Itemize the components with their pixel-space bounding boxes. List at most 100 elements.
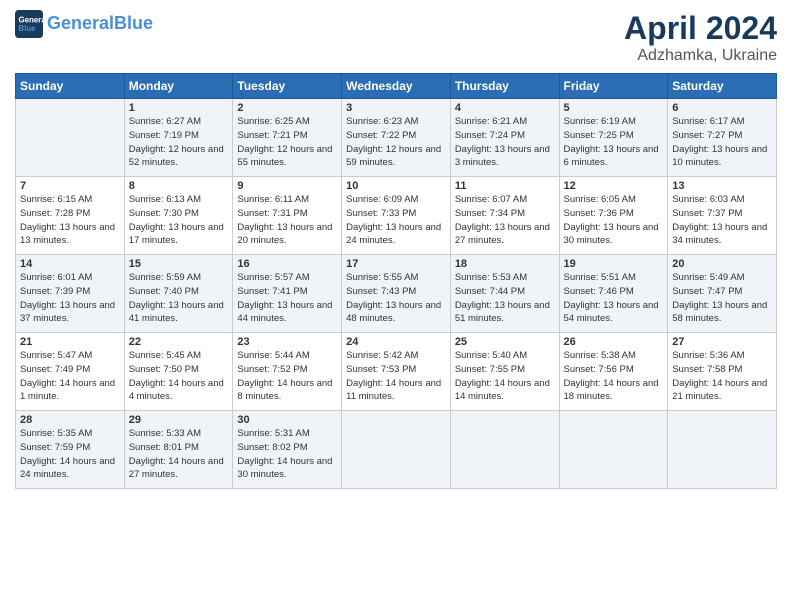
day-number: 15 bbox=[129, 258, 229, 270]
day-info: Sunrise: 5:36 AM Sunset: 7:58 PM Dayligh… bbox=[672, 349, 772, 404]
day-cell: 1Sunrise: 6:27 AM Sunset: 7:19 PM Daylig… bbox=[124, 99, 233, 177]
day-cell: 15Sunrise: 5:59 AM Sunset: 7:40 PM Dayli… bbox=[124, 255, 233, 333]
day-cell bbox=[450, 411, 559, 489]
logo-text: GeneralBlue bbox=[47, 14, 153, 34]
day-info: Sunrise: 5:44 AM Sunset: 7:52 PM Dayligh… bbox=[237, 349, 337, 404]
day-number: 23 bbox=[237, 336, 337, 348]
day-info: Sunrise: 6:25 AM Sunset: 7:21 PM Dayligh… bbox=[237, 115, 337, 170]
day-cell: 21Sunrise: 5:47 AM Sunset: 7:49 PM Dayli… bbox=[16, 333, 125, 411]
day-cell: 17Sunrise: 5:55 AM Sunset: 7:43 PM Dayli… bbox=[342, 255, 451, 333]
header-cell-tuesday: Tuesday bbox=[233, 74, 342, 99]
header-cell-wednesday: Wednesday bbox=[342, 74, 451, 99]
day-cell: 4Sunrise: 6:21 AM Sunset: 7:24 PM Daylig… bbox=[450, 99, 559, 177]
day-number: 7 bbox=[20, 180, 120, 192]
day-info: Sunrise: 5:47 AM Sunset: 7:49 PM Dayligh… bbox=[20, 349, 120, 404]
day-cell: 5Sunrise: 6:19 AM Sunset: 7:25 PM Daylig… bbox=[559, 99, 668, 177]
day-cell: 11Sunrise: 6:07 AM Sunset: 7:34 PM Dayli… bbox=[450, 177, 559, 255]
month-title: April 2024 bbox=[624, 10, 777, 47]
calendar-table: SundayMondayTuesdayWednesdayThursdayFrid… bbox=[15, 73, 777, 489]
day-number: 28 bbox=[20, 414, 120, 426]
day-cell: 30Sunrise: 5:31 AM Sunset: 8:02 PM Dayli… bbox=[233, 411, 342, 489]
day-number: 20 bbox=[672, 258, 772, 270]
day-cell: 18Sunrise: 5:53 AM Sunset: 7:44 PM Dayli… bbox=[450, 255, 559, 333]
week-row-1: 7Sunrise: 6:15 AM Sunset: 7:28 PM Daylig… bbox=[16, 177, 777, 255]
day-info: Sunrise: 5:53 AM Sunset: 7:44 PM Dayligh… bbox=[455, 271, 555, 326]
title-block: April 2024 Adzhamka, Ukraine bbox=[624, 10, 777, 65]
day-number: 6 bbox=[672, 102, 772, 114]
day-cell: 20Sunrise: 5:49 AM Sunset: 7:47 PM Dayli… bbox=[668, 255, 777, 333]
day-cell: 23Sunrise: 5:44 AM Sunset: 7:52 PM Dayli… bbox=[233, 333, 342, 411]
day-number: 5 bbox=[564, 102, 664, 114]
day-cell: 2Sunrise: 6:25 AM Sunset: 7:21 PM Daylig… bbox=[233, 99, 342, 177]
day-cell: 27Sunrise: 5:36 AM Sunset: 7:58 PM Dayli… bbox=[668, 333, 777, 411]
day-info: Sunrise: 6:01 AM Sunset: 7:39 PM Dayligh… bbox=[20, 271, 120, 326]
day-info: Sunrise: 5:51 AM Sunset: 7:46 PM Dayligh… bbox=[564, 271, 664, 326]
day-cell: 6Sunrise: 6:17 AM Sunset: 7:27 PM Daylig… bbox=[668, 99, 777, 177]
day-number: 26 bbox=[564, 336, 664, 348]
day-number: 25 bbox=[455, 336, 555, 348]
day-number: 18 bbox=[455, 258, 555, 270]
day-info: Sunrise: 5:59 AM Sunset: 7:40 PM Dayligh… bbox=[129, 271, 229, 326]
day-info: Sunrise: 5:38 AM Sunset: 7:56 PM Dayligh… bbox=[564, 349, 664, 404]
day-number: 4 bbox=[455, 102, 555, 114]
day-info: Sunrise: 6:11 AM Sunset: 7:31 PM Dayligh… bbox=[237, 193, 337, 248]
day-cell: 25Sunrise: 5:40 AM Sunset: 7:55 PM Dayli… bbox=[450, 333, 559, 411]
day-info: Sunrise: 6:27 AM Sunset: 7:19 PM Dayligh… bbox=[129, 115, 229, 170]
day-info: Sunrise: 6:07 AM Sunset: 7:34 PM Dayligh… bbox=[455, 193, 555, 248]
day-number: 2 bbox=[237, 102, 337, 114]
day-number: 12 bbox=[564, 180, 664, 192]
day-info: Sunrise: 5:31 AM Sunset: 8:02 PM Dayligh… bbox=[237, 427, 337, 482]
day-info: Sunrise: 5:55 AM Sunset: 7:43 PM Dayligh… bbox=[346, 271, 446, 326]
day-info: Sunrise: 5:40 AM Sunset: 7:55 PM Dayligh… bbox=[455, 349, 555, 404]
day-cell: 14Sunrise: 6:01 AM Sunset: 7:39 PM Dayli… bbox=[16, 255, 125, 333]
day-number: 10 bbox=[346, 180, 446, 192]
week-row-4: 28Sunrise: 5:35 AM Sunset: 7:59 PM Dayli… bbox=[16, 411, 777, 489]
svg-text:Blue: Blue bbox=[19, 24, 37, 33]
day-number: 22 bbox=[129, 336, 229, 348]
day-info: Sunrise: 6:17 AM Sunset: 7:27 PM Dayligh… bbox=[672, 115, 772, 170]
header: General Blue GeneralBlue April 2024 Adzh… bbox=[15, 10, 777, 65]
day-info: Sunrise: 5:49 AM Sunset: 7:47 PM Dayligh… bbox=[672, 271, 772, 326]
day-info: Sunrise: 5:35 AM Sunset: 7:59 PM Dayligh… bbox=[20, 427, 120, 482]
day-info: Sunrise: 5:33 AM Sunset: 8:01 PM Dayligh… bbox=[129, 427, 229, 482]
header-cell-monday: Monday bbox=[124, 74, 233, 99]
location-subtitle: Adzhamka, Ukraine bbox=[624, 47, 777, 65]
day-info: Sunrise: 6:19 AM Sunset: 7:25 PM Dayligh… bbox=[564, 115, 664, 170]
day-number: 8 bbox=[129, 180, 229, 192]
calendar-container: General Blue GeneralBlue April 2024 Adzh… bbox=[0, 0, 792, 499]
day-number: 9 bbox=[237, 180, 337, 192]
day-info: Sunrise: 6:09 AM Sunset: 7:33 PM Dayligh… bbox=[346, 193, 446, 248]
day-cell bbox=[342, 411, 451, 489]
week-row-0: 1Sunrise: 6:27 AM Sunset: 7:19 PM Daylig… bbox=[16, 99, 777, 177]
day-number: 13 bbox=[672, 180, 772, 192]
logo-line1: General bbox=[47, 13, 114, 33]
day-cell: 24Sunrise: 5:42 AM Sunset: 7:53 PM Dayli… bbox=[342, 333, 451, 411]
day-cell: 29Sunrise: 5:33 AM Sunset: 8:01 PM Dayli… bbox=[124, 411, 233, 489]
day-cell: 22Sunrise: 5:45 AM Sunset: 7:50 PM Dayli… bbox=[124, 333, 233, 411]
logo-line2: Blue bbox=[114, 13, 153, 33]
day-info: Sunrise: 6:23 AM Sunset: 7:22 PM Dayligh… bbox=[346, 115, 446, 170]
header-row: SundayMondayTuesdayWednesdayThursdayFrid… bbox=[16, 74, 777, 99]
header-cell-sunday: Sunday bbox=[16, 74, 125, 99]
day-info: Sunrise: 5:42 AM Sunset: 7:53 PM Dayligh… bbox=[346, 349, 446, 404]
day-number: 24 bbox=[346, 336, 446, 348]
day-cell: 19Sunrise: 5:51 AM Sunset: 7:46 PM Dayli… bbox=[559, 255, 668, 333]
day-number: 30 bbox=[237, 414, 337, 426]
day-cell: 28Sunrise: 5:35 AM Sunset: 7:59 PM Dayli… bbox=[16, 411, 125, 489]
week-row-2: 14Sunrise: 6:01 AM Sunset: 7:39 PM Dayli… bbox=[16, 255, 777, 333]
day-number: 27 bbox=[672, 336, 772, 348]
day-cell: 12Sunrise: 6:05 AM Sunset: 7:36 PM Dayli… bbox=[559, 177, 668, 255]
logo-icon: General Blue bbox=[15, 10, 43, 38]
day-info: Sunrise: 5:45 AM Sunset: 7:50 PM Dayligh… bbox=[129, 349, 229, 404]
logo: General Blue GeneralBlue bbox=[15, 10, 153, 38]
day-number: 14 bbox=[20, 258, 120, 270]
svg-text:General: General bbox=[19, 15, 44, 24]
day-info: Sunrise: 6:03 AM Sunset: 7:37 PM Dayligh… bbox=[672, 193, 772, 248]
calendar-body: 1Sunrise: 6:27 AM Sunset: 7:19 PM Daylig… bbox=[16, 99, 777, 489]
day-cell bbox=[668, 411, 777, 489]
day-number: 19 bbox=[564, 258, 664, 270]
calendar-header: SundayMondayTuesdayWednesdayThursdayFrid… bbox=[16, 74, 777, 99]
day-info: Sunrise: 6:21 AM Sunset: 7:24 PM Dayligh… bbox=[455, 115, 555, 170]
day-info: Sunrise: 6:05 AM Sunset: 7:36 PM Dayligh… bbox=[564, 193, 664, 248]
day-cell: 16Sunrise: 5:57 AM Sunset: 7:41 PM Dayli… bbox=[233, 255, 342, 333]
